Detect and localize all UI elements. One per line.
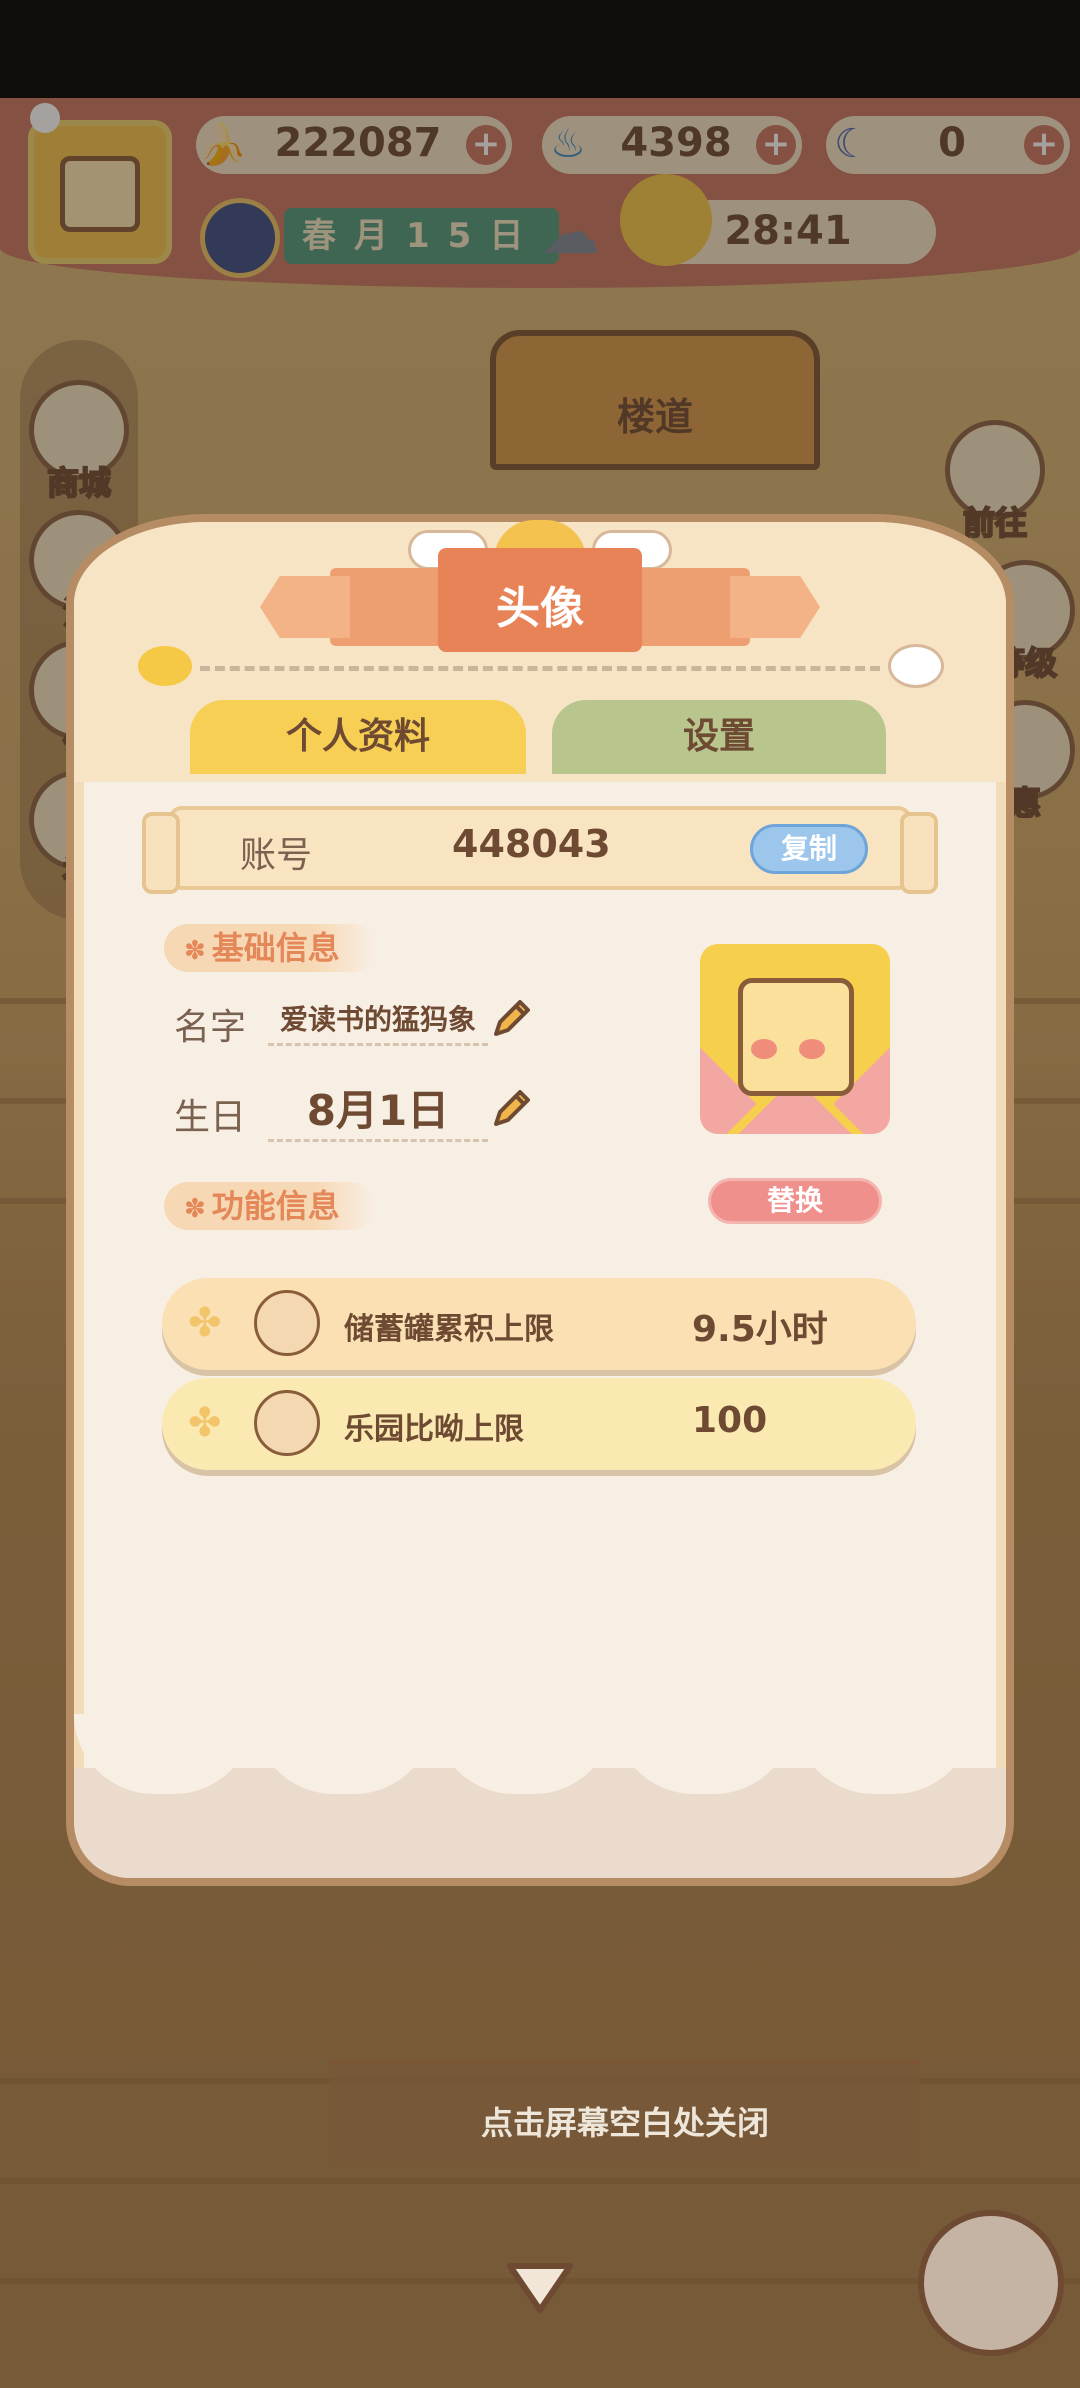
account-bar: 账号 448043 复制 (142, 806, 938, 894)
yarn-ball-icon[interactable] (918, 2210, 1064, 2356)
name-field[interactable]: 爱读书的猛犸象 (268, 996, 488, 1046)
clover-icon: ✤ (188, 1400, 222, 1446)
dashed-divider (200, 666, 880, 671)
account-label: 账号 (240, 835, 313, 876)
cheek (751, 1039, 777, 1059)
basic-info-header: ✽ 基础信息 (164, 924, 376, 972)
function-info-label: 功能信息 (211, 1187, 340, 1225)
function-name: 储蓄罐累积上限 (344, 1312, 554, 1347)
tab-profile[interactable]: 个人资料 (190, 700, 526, 774)
pencil-icon[interactable] (488, 1086, 534, 1132)
cat-pet-icon (254, 1390, 320, 1456)
name-label: 名字 (174, 1007, 247, 1048)
clover-icon: ✽ (184, 936, 206, 966)
dialog-title: 头像 (496, 583, 584, 634)
copy-button[interactable]: 复制 (750, 824, 868, 874)
cat-avatar-icon (738, 978, 854, 1096)
basic-info-label: 基础信息 (211, 929, 340, 967)
clover-icon: ✽ (184, 1194, 206, 1224)
close-hint-text: 点击屏幕空白处关闭 (480, 2104, 769, 2142)
chick-icon (138, 646, 192, 686)
close-hint[interactable]: 点击屏幕空白处关闭 (330, 2060, 920, 2164)
replace-button[interactable]: 替换 (708, 1178, 882, 1224)
cloud-pet-icon (888, 644, 944, 688)
birthday-label: 生日 (174, 1097, 247, 1138)
piggy-pet-icon (254, 1290, 320, 1356)
tab-settings[interactable]: 设置 (552, 700, 886, 774)
function-row: ✤ 乐园比呦上限 100 (162, 1378, 916, 1470)
birthday-field[interactable]: 8月1日 (268, 1080, 488, 1142)
function-info-header: ✽ 功能信息 (164, 1182, 376, 1230)
function-row: ✤ 储蓄罐累积上限 9.5小时 (162, 1278, 916, 1370)
down-arrow-icon[interactable] (504, 2258, 576, 2318)
function-name: 乐园比呦上限 (344, 1412, 524, 1447)
function-value: 9.5小时 (692, 1309, 828, 1350)
account-value: 448043 (452, 822, 611, 866)
avatar-portrait[interactable] (700, 944, 890, 1134)
function-value: 100 (692, 1400, 768, 1441)
pencil-icon[interactable] (488, 996, 534, 1042)
clover-icon: ✤ (188, 1300, 222, 1346)
cheek (799, 1039, 825, 1059)
